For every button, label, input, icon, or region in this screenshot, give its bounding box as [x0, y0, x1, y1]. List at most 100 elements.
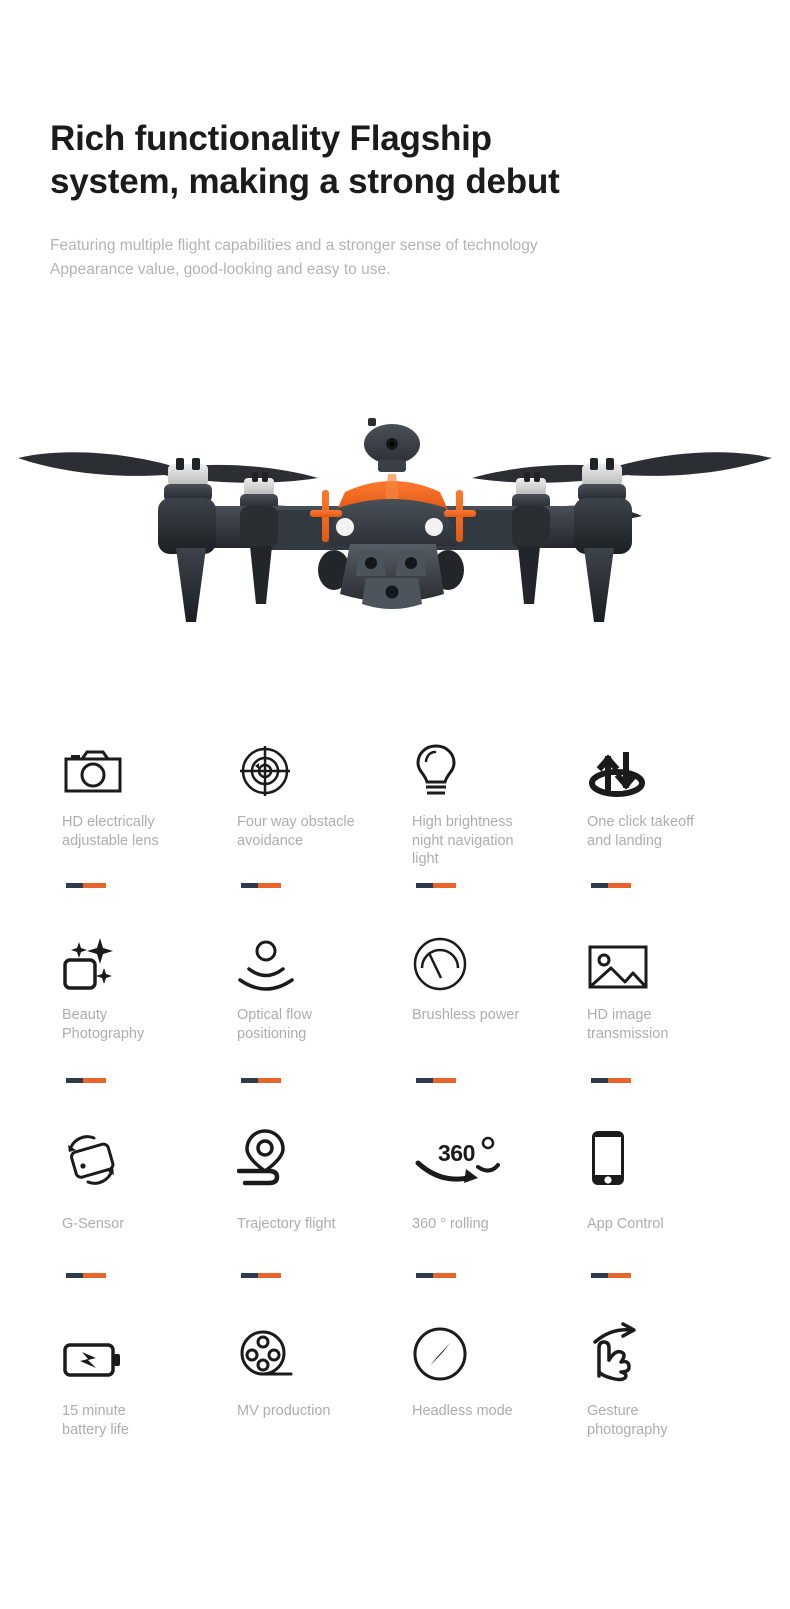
feature-label: High brightness night navigation light	[412, 814, 514, 868]
divider-dark-segment	[591, 1273, 608, 1278]
radar-target-icon	[223, 735, 386, 797]
feature-item-beauty-photography[interactable]: Beauty Photography	[48, 930, 223, 1125]
feature-label: Trajectory flight	[237, 1216, 336, 1232]
feature-item-360-rolling[interactable]: 360 360 ° rolling	[398, 1125, 573, 1320]
feature-label: Optical flow positioning	[237, 1007, 312, 1042]
feature-item-app-control[interactable]: App Control	[573, 1125, 748, 1320]
compass-icon	[398, 1320, 561, 1382]
landing-leg-right-inner	[512, 506, 550, 604]
divider-bar	[241, 1273, 281, 1278]
feature-item-optical-flow[interactable]: Optical flow positioning	[223, 930, 398, 1125]
divider-dark-segment	[241, 1273, 258, 1278]
feature-item-brushless-power[interactable]: Brushless power	[398, 930, 573, 1125]
drone-hero-image	[0, 398, 790, 653]
lightbulb-icon	[398, 735, 561, 797]
page-title: Rich functionality Flagship system, maki…	[50, 119, 560, 201]
divider-orange-segment	[432, 1273, 456, 1278]
feature-item-trajectory-flight[interactable]: Trajectory flight	[223, 1125, 398, 1320]
divider-dark-segment	[241, 883, 258, 888]
feature-item-mv-production[interactable]: MV production	[223, 1320, 398, 1510]
sparkle-square-icon	[48, 930, 211, 992]
divider-orange-segment	[82, 1078, 106, 1083]
gimbal-camera-module	[318, 544, 464, 609]
feature-item-gesture-photography[interactable]: Gesture photography	[573, 1320, 748, 1510]
rolling-360-icon: 360	[398, 1125, 561, 1189]
divider-bar	[591, 883, 631, 888]
feature-label: HD image transmission	[587, 1007, 669, 1042]
feature-item-g-sensor[interactable]: G-Sensor	[48, 1125, 223, 1320]
feature-label: MV production	[237, 1403, 331, 1419]
divider-orange-segment	[432, 1078, 456, 1083]
feature-item-hd-lens[interactable]: HD electrically adjustable lens	[48, 735, 223, 930]
hand-gesture-icon	[573, 1320, 736, 1382]
gauge-icon	[398, 930, 561, 992]
map-pin-path-icon	[223, 1125, 386, 1189]
feature-label: App Control	[587, 1216, 664, 1232]
takeoff-landing-icon	[573, 735, 736, 797]
divider-orange-segment	[432, 883, 456, 888]
page-subtitle: Featuring multiple flight capabilities a…	[50, 237, 538, 278]
divider-bar	[241, 883, 281, 888]
divider-bar	[66, 1273, 106, 1278]
smartphone-icon	[573, 1125, 736, 1189]
feature-label: G-Sensor	[62, 1216, 125, 1232]
feature-label: Gesture photography	[587, 1403, 668, 1438]
film-reel-icon	[223, 1320, 386, 1382]
feature-label: HD electrically adjustable lens	[62, 814, 159, 849]
led-light-left	[336, 518, 354, 536]
divider-dark-segment	[591, 1078, 608, 1083]
divider-bar	[416, 1273, 456, 1278]
divider-bar	[416, 1078, 456, 1083]
feature-item-night-light[interactable]: High brightness night navigation light	[398, 735, 573, 930]
divider-orange-segment	[82, 883, 106, 888]
divider-orange-segment	[82, 1273, 106, 1278]
rotate-phone-icon	[48, 1125, 211, 1189]
feature-label: 15 minute battery life	[62, 1403, 129, 1438]
divider-orange-segment	[607, 1273, 631, 1278]
divider-orange-segment	[607, 1078, 631, 1083]
feature-label: Beauty Photography	[62, 1007, 145, 1042]
divider-dark-segment	[416, 1078, 433, 1083]
divider-dark-segment	[66, 883, 83, 888]
divider-dark-segment	[416, 883, 433, 888]
divider-dark-segment	[66, 1078, 83, 1083]
divider-orange-segment	[257, 1273, 281, 1278]
motor-assembly-right-outer	[578, 458, 626, 502]
divider-bar	[66, 1078, 106, 1083]
feature-item-takeoff-landing[interactable]: One click takeoff and landing	[573, 735, 748, 930]
optical-flow-icon	[223, 930, 386, 992]
led-light-right	[425, 518, 443, 536]
divider-bar	[66, 883, 106, 888]
feature-label: Four way obstacle avoidance	[237, 814, 355, 849]
divider-dark-segment	[591, 883, 608, 888]
top-camera-pod	[364, 418, 420, 472]
feature-label: 360 ° rolling	[412, 1216, 489, 1232]
feature-label: Brushless power	[412, 1007, 520, 1023]
divider-bar	[591, 1078, 631, 1083]
divider-orange-segment	[257, 883, 281, 888]
header-block: Rich functionality Flagship system, maki…	[50, 118, 750, 281]
battery-bolt-icon	[48, 1320, 211, 1382]
landing-leg-left-inner	[240, 506, 278, 604]
product-feature-page: Rich functionality Flagship system, maki…	[0, 0, 790, 1609]
divider-bar	[241, 1078, 281, 1083]
rolling-360-text: 360	[438, 1140, 475, 1166]
landing-leg-right-outer	[574, 498, 632, 622]
feature-label: One click takeoff and landing	[587, 814, 694, 849]
feature-item-hd-transmission[interactable]: HD image transmission	[573, 930, 748, 1125]
feature-item-headless-mode[interactable]: Headless mode	[398, 1320, 573, 1510]
divider-bar	[416, 883, 456, 888]
motor-assembly-left-outer	[164, 458, 212, 502]
landing-leg-left-outer	[158, 498, 216, 622]
divider-bar	[591, 1273, 631, 1278]
feature-item-battery-life[interactable]: 15 minute battery life	[48, 1320, 223, 1510]
divider-dark-segment	[416, 1273, 433, 1278]
feature-item-obstacle-avoidance[interactable]: Four way obstacle avoidance	[223, 735, 398, 930]
divider-dark-segment	[241, 1078, 258, 1083]
feature-label: Headless mode	[412, 1403, 513, 1419]
image-picture-icon	[573, 930, 736, 992]
divider-orange-segment	[607, 883, 631, 888]
divider-dark-segment	[66, 1273, 83, 1278]
feature-grid: HD electrically adjustable lens Four way…	[48, 735, 748, 1510]
camera-icon	[48, 735, 211, 797]
